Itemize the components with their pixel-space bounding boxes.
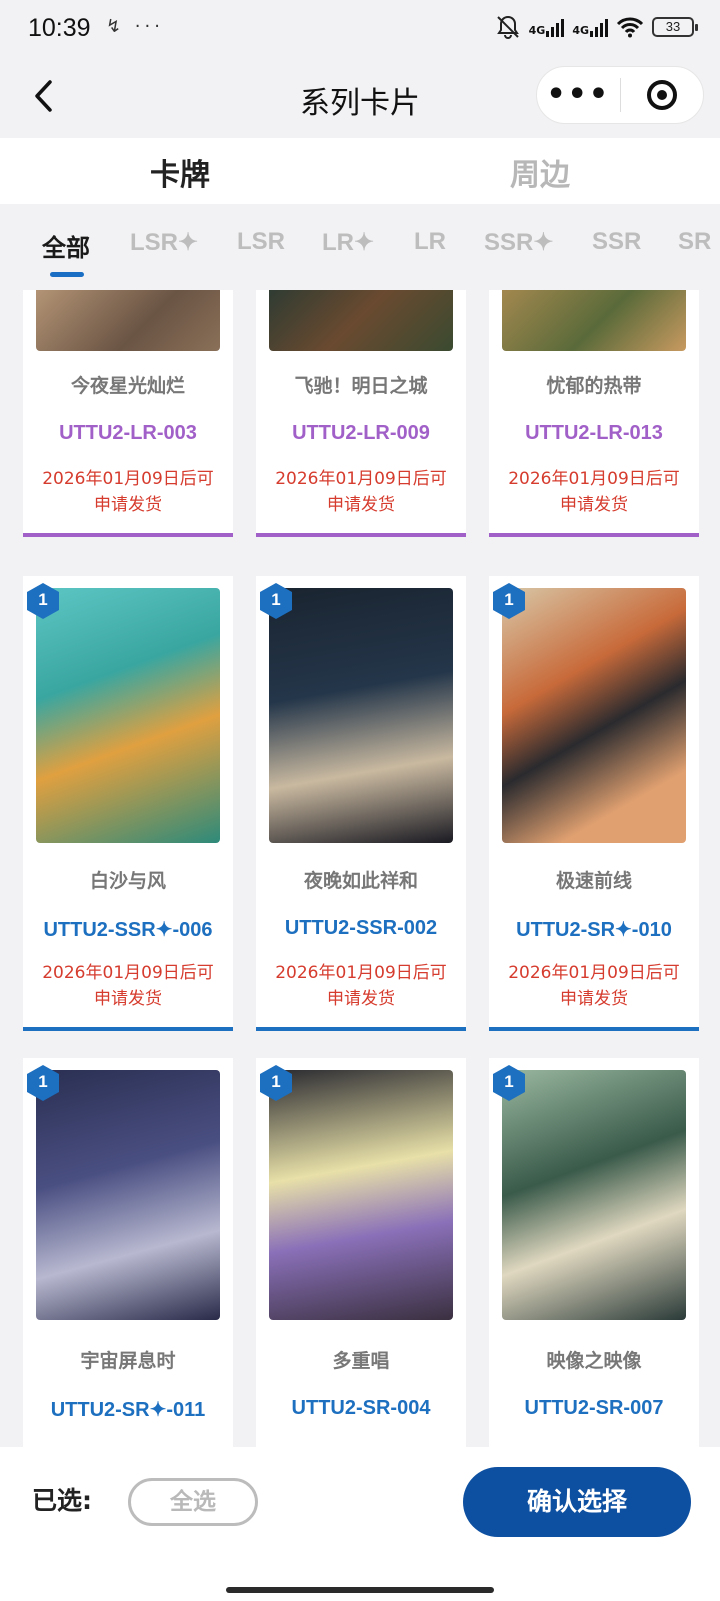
count-badge: 1 <box>259 582 293 620</box>
selected-label: 已选: <box>32 1486 92 1515</box>
mini-program-capsule: ••• <box>536 66 704 124</box>
signal-icon-2: 4G <box>572 17 608 37</box>
card-tier-bar <box>23 1027 233 1031</box>
select-all-button[interactable]: 全选 <box>128 1478 258 1526</box>
status-time: 10:39 <box>28 14 91 42</box>
card-code: UTTU2-SR-004 <box>291 1397 431 1419</box>
card-item[interactable]: 今夜星光灿烂 UTTU2-LR-003 2026年01月09日后可 申请发货 <box>23 290 233 537</box>
card-artwork <box>269 1070 453 1320</box>
card-item[interactable]: 飞驰！明日之城 UTTU2-LR-009 2026年01月09日后可 申请发货 <box>256 290 466 537</box>
more-icon[interactable]: ••• <box>537 66 620 124</box>
filter-lr-plus[interactable]: LR✦ <box>322 228 374 257</box>
card-artwork <box>36 1070 220 1320</box>
card-item[interactable]: 1 多重唱 UTTU2-SR-004 <box>256 1058 466 1447</box>
card-item[interactable]: 1 宇宙屏息时 UTTU2-SR✦-011 <box>23 1058 233 1447</box>
nav-bar: 系列卡片 ••• <box>0 58 720 138</box>
tab-cards[interactable]: 卡牌 <box>149 150 221 194</box>
signal-icon: 4G <box>529 17 565 37</box>
count-badge: 1 <box>259 1064 293 1102</box>
battery-icon: 33 <box>652 17 698 37</box>
active-filter-underline <box>50 272 84 277</box>
notification-icons: ↯ ··· <box>106 16 164 37</box>
card-artwork <box>502 1070 686 1320</box>
card-artwork <box>502 290 686 351</box>
card-code: UTTU2-LR-009 <box>292 422 430 444</box>
card-code: UTTU2-LR-013 <box>525 422 663 444</box>
rarity-filter-tabs: 全部 LSR✦ LSR LR✦ LR SSR✦ SSR SR <box>0 204 720 290</box>
card-item[interactable]: 1 极速前线 UTTU2-SR✦-010 2026年01月09日后可 申请发货 <box>489 576 699 1031</box>
card-grid: 今夜星光灿烂 UTTU2-LR-003 2026年01月09日后可 申请发货 飞… <box>0 290 720 1447</box>
card-tier-bar <box>256 1027 466 1031</box>
card-tier-bar <box>489 533 699 537</box>
card-item[interactable]: 1 夜晚如此祥和 UTTU2-SSR-002 2026年01月09日后可 申请发… <box>256 576 466 1031</box>
card-artwork <box>269 290 453 351</box>
count-badge: 1 <box>26 1064 60 1102</box>
card-code: UTTU2-SR-007 <box>524 1397 664 1419</box>
card-name: 飞驰！明日之城 <box>294 375 428 397</box>
filter-lsr[interactable]: LSR <box>237 228 285 256</box>
bell-muted-icon <box>496 15 519 39</box>
status-right: 4G 4G 33 <box>495 14 698 40</box>
card-code: UTTU2-SSR-002 <box>284 917 438 939</box>
target-icon <box>646 80 677 110</box>
main-tabs: 卡牌 周边 <box>0 138 720 204</box>
filter-lsr-plus[interactable]: LSR✦ <box>130 228 198 257</box>
card-ship-date: 2026年01月09日后可 申请发货 <box>508 469 680 515</box>
card-ship-date: 2026年01月09日后可 申请发货 <box>275 469 447 515</box>
close-miniprogram-button[interactable] <box>621 80 704 110</box>
card-ship-date: 2026年01月09日后可 申请发货 <box>508 963 680 1009</box>
card-code: UTTU2-SR✦-010 <box>516 919 672 941</box>
card-name: 白沙与风 <box>89 870 166 892</box>
filter-lr[interactable]: LR <box>414 228 446 256</box>
card-ship-date: 2026年01月09日后可 申请发货 <box>42 963 214 1009</box>
card-code: UTTU2-LR-003 <box>59 422 197 444</box>
card-name: 忧郁的热带 <box>546 375 642 397</box>
card-name: 夜晚如此祥和 <box>303 870 418 892</box>
filter-ssr[interactable]: SSR <box>592 228 641 256</box>
card-tier-bar <box>489 1027 699 1031</box>
card-name: 多重唱 <box>332 1350 390 1372</box>
filter-sr[interactable]: SR <box>678 228 711 256</box>
card-artwork <box>502 588 686 843</box>
tab-merch[interactable]: 周边 <box>510 150 570 194</box>
card-ship-date: 2026年01月09日后可 申请发货 <box>275 963 447 1009</box>
card-code: UTTU2-SR✦-011 <box>50 1399 206 1421</box>
card-name: 今夜星光灿烂 <box>70 375 185 397</box>
card-tier-bar <box>256 533 466 537</box>
card-artwork <box>36 588 220 843</box>
card-name: 极速前线 <box>555 870 632 892</box>
status-bar: 10:39 ↯ ··· 4G 4G 33 <box>0 0 720 58</box>
count-badge: 1 <box>26 582 60 620</box>
confirm-selection-button[interactable]: 确认选择 <box>463 1467 691 1537</box>
filter-ssr-plus[interactable]: SSR✦ <box>484 228 553 257</box>
home-indicator[interactable] <box>226 1587 494 1593</box>
card-artwork <box>269 588 453 843</box>
count-badge: 1 <box>492 1064 526 1102</box>
card-item[interactable]: 1 映像之映像 UTTU2-SR-007 <box>489 1058 699 1447</box>
card-item[interactable]: 忧郁的热带 UTTU2-LR-013 2026年01月09日后可 申请发货 <box>489 290 699 537</box>
card-item[interactable]: 1 白沙与风 UTTU2-SSR✦-006 2026年01月09日后可 申请发货 <box>23 576 233 1031</box>
card-name: 映像之映像 <box>546 1350 642 1372</box>
card-ship-date: 2026年01月09日后可 申请发货 <box>42 469 214 515</box>
card-artwork <box>36 290 220 351</box>
filter-all[interactable]: 全部 <box>42 228 90 263</box>
count-badge: 1 <box>492 582 526 620</box>
bottom-action-bar: 已选: 全选 确认选择 <box>0 1447 720 1601</box>
wifi-icon <box>616 17 644 38</box>
card-code: UTTU2-SSR✦-006 <box>43 919 213 941</box>
card-name: 宇宙屏息时 <box>80 1350 176 1372</box>
card-tier-bar <box>23 533 233 537</box>
